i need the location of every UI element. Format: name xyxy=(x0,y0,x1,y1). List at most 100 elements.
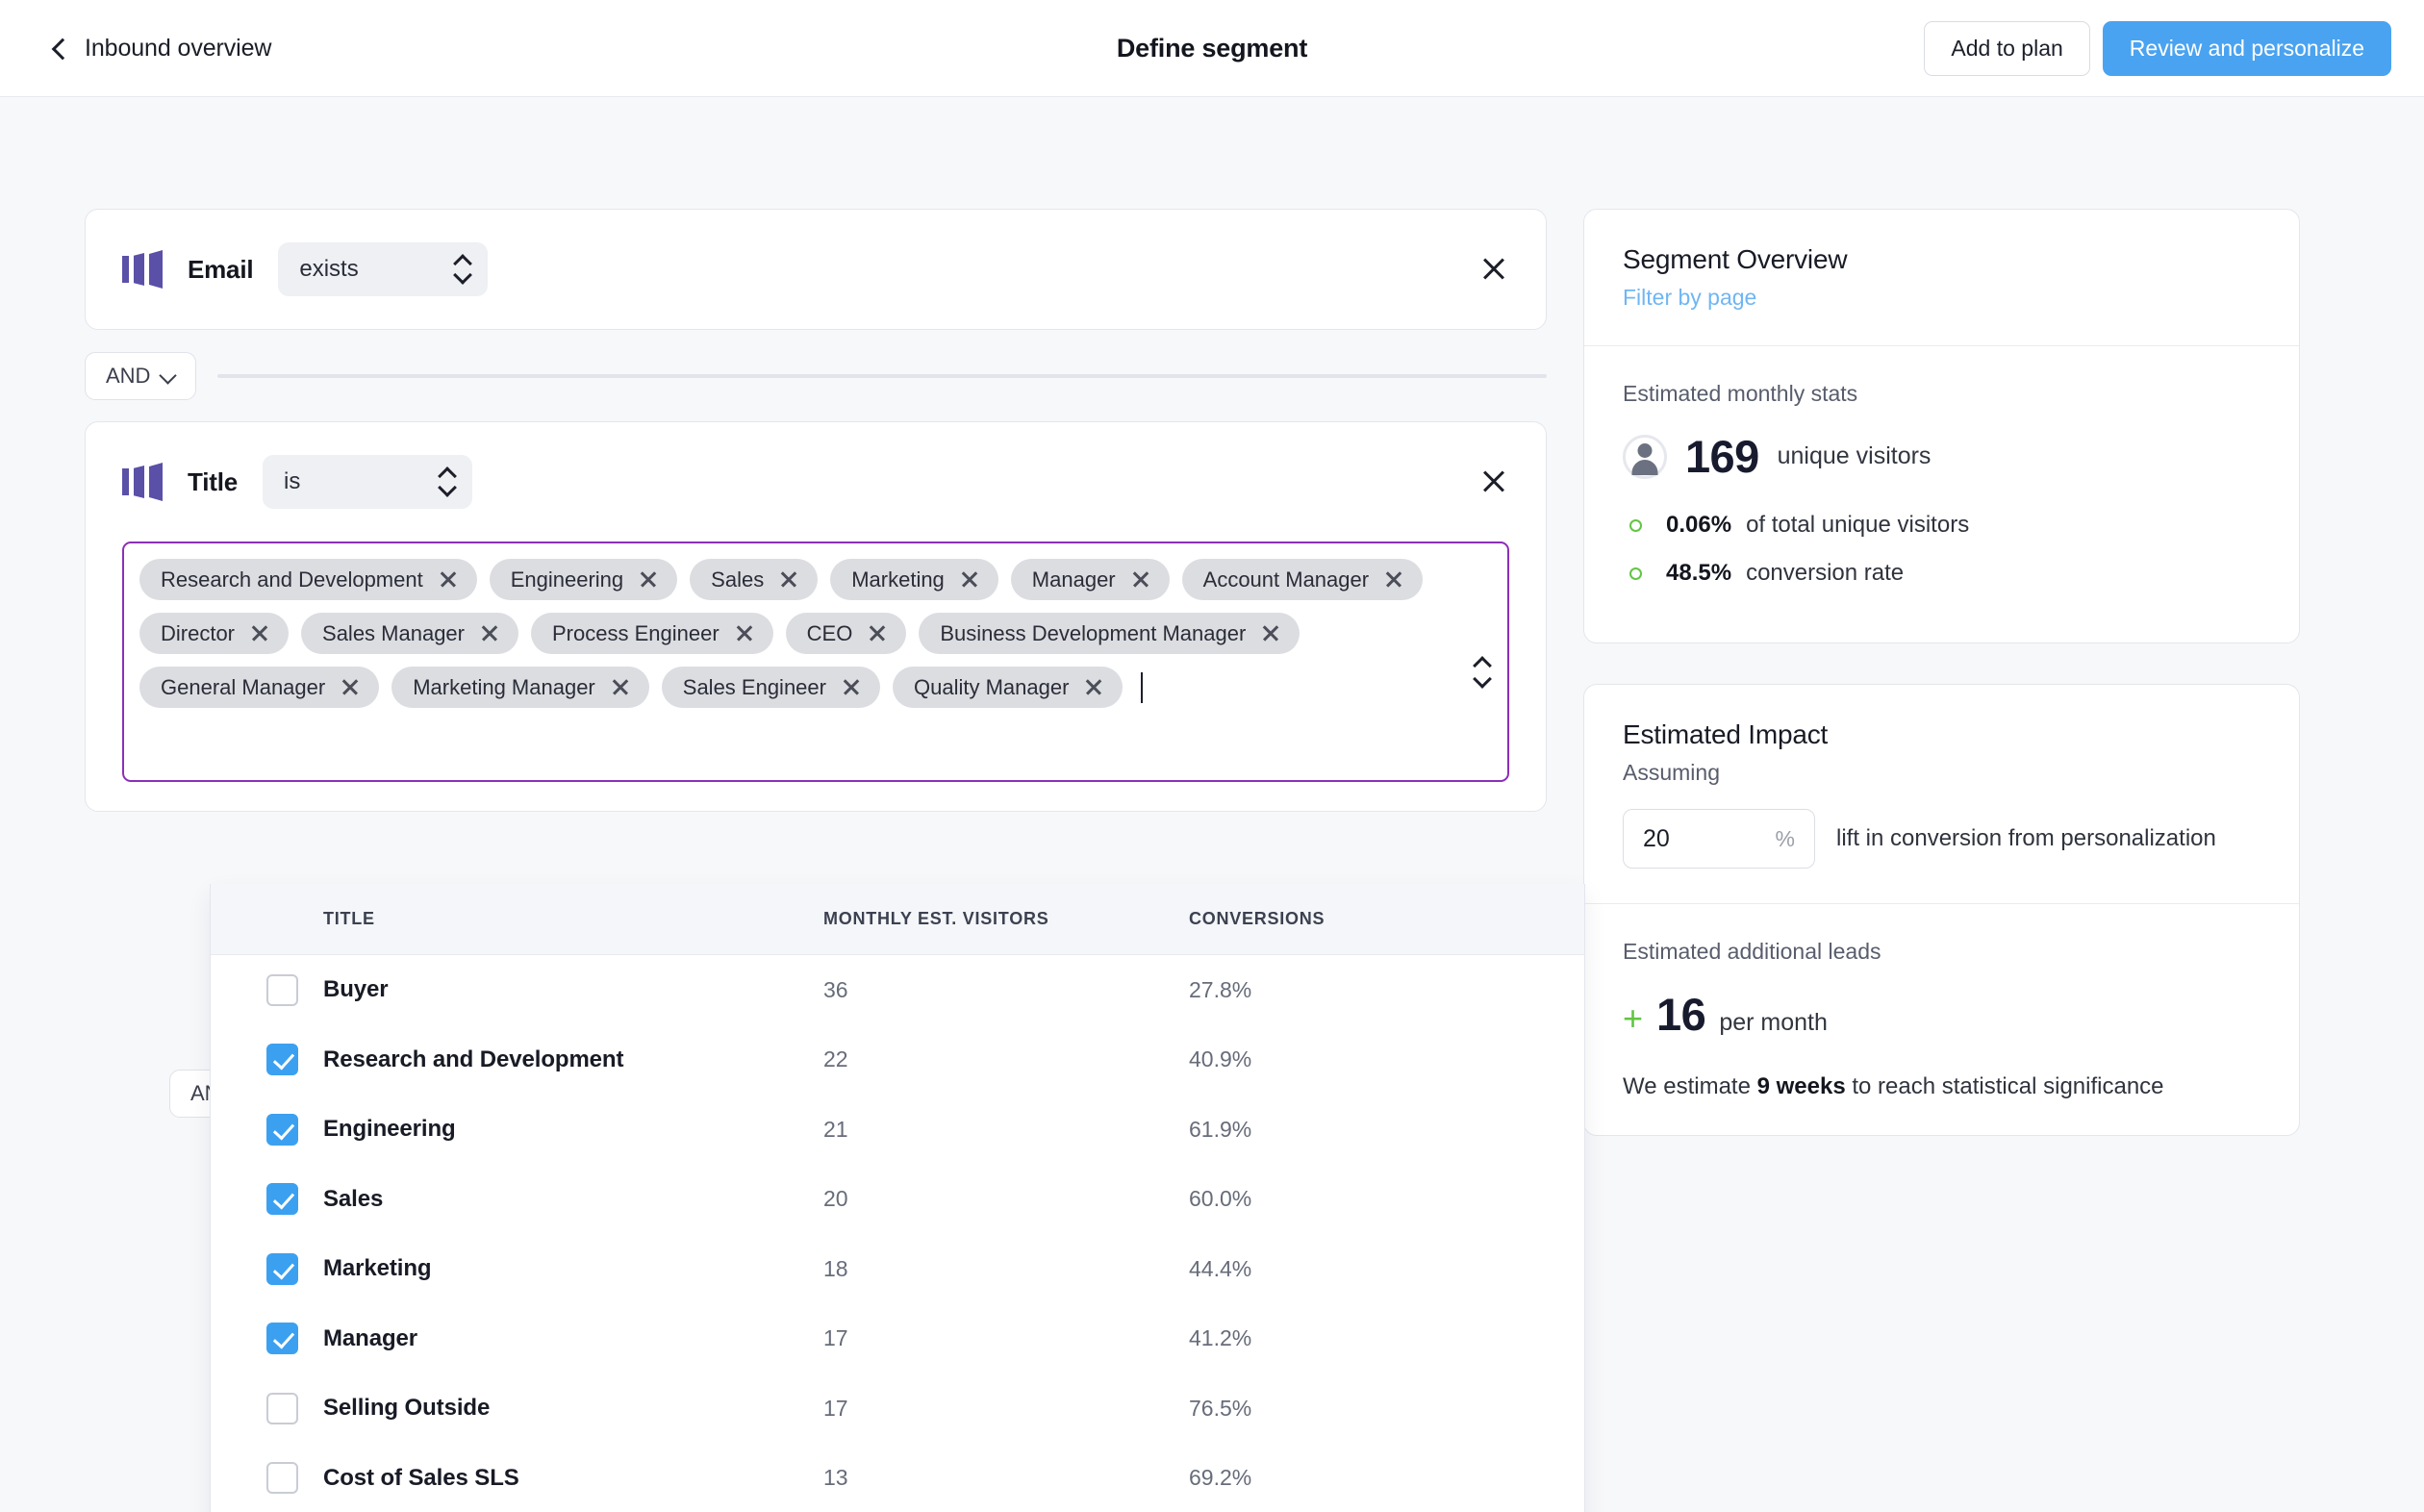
title-chip-label: Process Engineer xyxy=(552,620,720,645)
title-chip[interactable]: Marketing xyxy=(830,559,998,600)
segment-overview-stats: Estimated monthly stats 169 unique visit… xyxy=(1584,345,2299,643)
significance-duration: 9 weeks xyxy=(1756,1073,1846,1099)
table-row[interactable]: Cost of Sales SLS 13 69.2% xyxy=(211,1444,1584,1512)
assuming-label: Assuming xyxy=(1623,760,1720,785)
filter-by-page-link[interactable]: Filter by page xyxy=(1623,285,2260,311)
logic-connector-and-button[interactable]: AND xyxy=(85,352,197,400)
table-row[interactable]: Sales 20 60.0% xyxy=(211,1165,1584,1235)
row-checkbox[interactable] xyxy=(266,1252,298,1285)
remove-chip-icon[interactable] xyxy=(842,678,861,697)
top-bar-actions: Add to plan Review and personalize xyxy=(1924,20,2391,76)
title-chip-label: Sales Engineer xyxy=(682,674,826,699)
remove-chip-icon[interactable] xyxy=(341,678,360,697)
row-checkbox[interactable] xyxy=(266,1392,298,1424)
remove-chip-icon[interactable] xyxy=(639,570,658,590)
remove-chip-icon[interactable] xyxy=(439,570,458,590)
remove-chip-icon[interactable] xyxy=(960,570,979,590)
row-checkbox[interactable] xyxy=(266,1462,298,1495)
remove-chip-icon[interactable] xyxy=(868,624,887,643)
title-chip[interactable]: Business Development Manager xyxy=(919,613,1300,654)
title-chip[interactable]: Process Engineer xyxy=(531,613,773,654)
title-chip[interactable]: Quality Manager xyxy=(892,667,1124,708)
unique-visitors-unit: unique visitors xyxy=(1777,442,1932,469)
lift-percentage-value: 20 xyxy=(1643,824,1670,852)
remove-filter-email-button[interactable] xyxy=(1478,254,1509,285)
logic-connector-row: AND xyxy=(85,352,1547,400)
title-chip[interactable]: Sales xyxy=(690,559,819,600)
row-title: Engineering xyxy=(323,1116,456,1143)
remove-chip-icon[interactable] xyxy=(1384,570,1403,590)
remove-chip-icon[interactable] xyxy=(480,624,499,643)
title-chip[interactable]: General Manager xyxy=(139,667,380,708)
lift-percentage-input[interactable]: 20 % xyxy=(1623,809,1815,869)
row-checkbox[interactable] xyxy=(266,1323,298,1355)
title-chip[interactable]: Engineering xyxy=(489,559,678,600)
row-monthly-visitors: 17 xyxy=(823,1395,848,1421)
stat-text-total-share: of total unique visitors xyxy=(1746,512,1970,538)
title-chip-label: Marketing Manager xyxy=(413,674,595,699)
title-chip[interactable]: Director xyxy=(139,613,290,654)
remove-chip-icon[interactable] xyxy=(735,624,754,643)
row-checkbox[interactable] xyxy=(266,1183,298,1216)
row-conversions: 76.5% xyxy=(1189,1395,1252,1421)
table-row[interactable]: Engineering 21 61.9% xyxy=(211,1095,1584,1165)
title-chip[interactable]: Marketing Manager xyxy=(391,667,649,708)
title-value-chips-input[interactable]: Research and Development Engineering Sales… xyxy=(122,542,1509,782)
title-chip[interactable]: Research and Development xyxy=(139,559,477,600)
suggestions-table-body: Buyer 36 27.8% Research and Development 22 40… xyxy=(211,955,1584,1512)
table-row[interactable]: Manager 17 41.2% xyxy=(211,1304,1584,1374)
remove-chip-icon[interactable] xyxy=(779,570,798,590)
table-row[interactable]: Selling Outside 17 76.5% xyxy=(211,1373,1584,1444)
title-chip[interactable]: Account Manager xyxy=(1181,559,1424,600)
filter-card-title: Title is Research and Development Enginee… xyxy=(85,421,1547,812)
title-chip[interactable]: CEO xyxy=(785,613,907,654)
title-chip-label: Quality Manager xyxy=(913,674,1070,699)
significance-suffix: to reach statistical significance xyxy=(1845,1073,2164,1099)
row-title: Marketing xyxy=(323,1255,432,1282)
table-row[interactable]: Buyer 36 27.8% xyxy=(211,955,1584,1025)
row-monthly-visitors: 13 xyxy=(823,1465,848,1491)
remove-chip-icon[interactable] xyxy=(611,678,630,697)
filter-operator-select-title[interactable]: is xyxy=(262,455,472,509)
title-chip-label: Manager xyxy=(1031,567,1116,592)
row-checkbox[interactable] xyxy=(266,973,298,1006)
segment-builder-column: Email exists AND Title is Research and D… xyxy=(85,209,1585,1512)
estimated-leads-value: 16 xyxy=(1656,989,1706,1040)
row-checkbox[interactable] xyxy=(266,1113,298,1146)
top-bar: Inbound overview Define segment Add to p… xyxy=(0,0,2424,97)
table-row[interactable]: Research and Development 22 40.9% xyxy=(211,1025,1584,1096)
filter-operator-select-email[interactable]: exists xyxy=(278,242,489,296)
row-monthly-visitors: 18 xyxy=(823,1255,848,1281)
title-chip-label: CEO xyxy=(806,620,853,645)
clearbit-logo-icon xyxy=(122,250,163,289)
suggestions-table-header: TITLE MONTHLY EST. VISITORS CONVERSIONS xyxy=(211,884,1584,955)
column-header-monthly-visitors: MONTHLY EST. VISITORS xyxy=(823,909,1049,928)
review-and-personalize-button[interactable]: Review and personalize xyxy=(2102,20,2391,76)
stat-row-total-share: 0.06% of total unique visitors xyxy=(1623,512,2260,539)
remove-chip-icon[interactable] xyxy=(1131,570,1150,590)
title-chip[interactable]: Manager xyxy=(1010,559,1170,600)
chips-scroll-spinner-icon[interactable] xyxy=(1474,657,1490,688)
add-to-plan-button[interactable]: Add to plan xyxy=(1924,20,2090,76)
row-title: Buyer xyxy=(323,976,389,1003)
title-chip-label: Research and Development xyxy=(161,567,423,592)
row-conversions: 41.2% xyxy=(1189,1325,1252,1351)
remove-chip-icon[interactable] xyxy=(1261,624,1280,643)
connector-divider-line xyxy=(217,374,1547,378)
title-chip[interactable]: Sales Manager xyxy=(301,613,518,654)
title-chip[interactable]: Sales Engineer xyxy=(661,667,880,708)
unique-visitors-value: 169 xyxy=(1685,431,1759,482)
row-checkbox[interactable] xyxy=(266,1044,298,1076)
remove-chip-icon[interactable] xyxy=(1084,678,1103,697)
row-title: Selling Outside xyxy=(323,1395,491,1422)
bullet-circle-icon xyxy=(1629,518,1642,532)
logic-connector-label: AND xyxy=(106,364,151,388)
estimated-impact-title: Estimated Impact xyxy=(1623,719,1829,749)
remove-chip-icon[interactable] xyxy=(250,624,269,643)
lift-assumption-row: 20 % lift in conversion from personaliza… xyxy=(1623,809,2260,869)
table-row[interactable]: Marketing 18 44.4% xyxy=(211,1234,1584,1304)
row-conversions: 40.9% xyxy=(1189,1046,1252,1072)
back-to-inbound-overview-link[interactable]: Inbound overview xyxy=(50,35,271,63)
remove-filter-title-button[interactable] xyxy=(1478,466,1509,497)
filter-operator-value-title: is xyxy=(283,468,301,494)
